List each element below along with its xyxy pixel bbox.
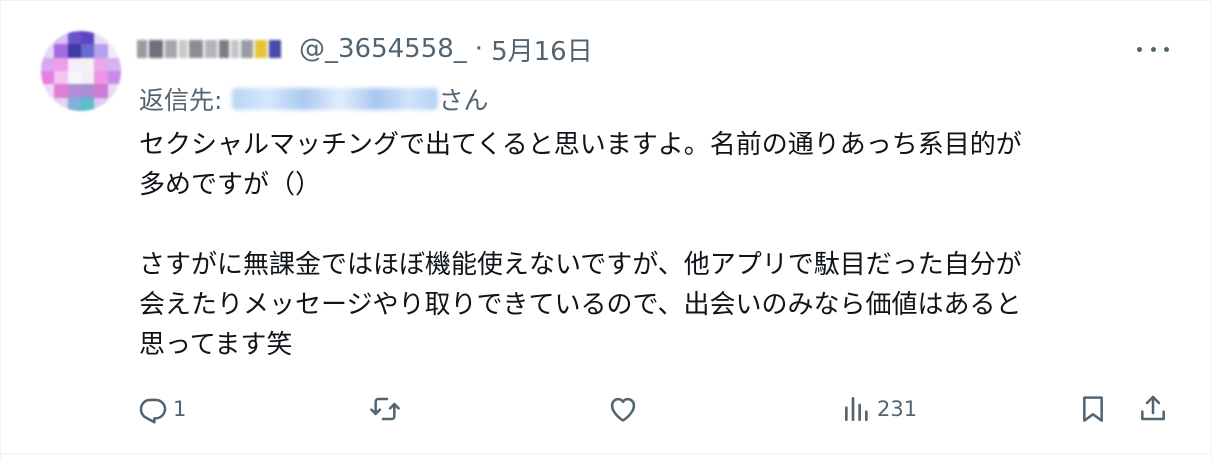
replying-suffix: さん bbox=[438, 86, 489, 115]
replying-to-user[interactable] bbox=[232, 88, 439, 110]
tweet-actions: 1 231 bbox=[137, 389, 1177, 429]
retweet-icon bbox=[370, 397, 400, 421]
tweet-header: @_3654558_ · 5月16日 bbox=[137, 29, 593, 69]
views-count: 231 bbox=[877, 397, 918, 421]
divider bbox=[1, 453, 1211, 454]
reply-count: 1 bbox=[173, 397, 187, 421]
more-icon[interactable] bbox=[1137, 37, 1169, 61]
tweet-text: セクシャルマッチングで出てくると思いますよ。名前の通りあっち系目的が 多めですが… bbox=[139, 130, 1022, 360]
reply-icon bbox=[139, 398, 167, 424]
heart-icon bbox=[610, 397, 636, 422]
like-button[interactable] bbox=[607, 389, 643, 429]
avatar[interactable] bbox=[41, 31, 121, 111]
views-icon bbox=[845, 397, 868, 421]
retweet-button[interactable] bbox=[369, 389, 405, 429]
header-separator: · bbox=[474, 34, 484, 64]
tweet-card[interactable]: @_3654558_ · 5月16日 返信先: さん セクシャルマッチングで出て… bbox=[0, 0, 1212, 460]
share-icon bbox=[1141, 395, 1165, 421]
replying-prefix: 返信先: bbox=[139, 86, 223, 115]
display-name[interactable] bbox=[137, 38, 283, 60]
tweet-date[interactable]: 5月16日 bbox=[491, 31, 593, 68]
views-button[interactable]: 231 bbox=[841, 389, 917, 429]
reply-button[interactable]: 1 bbox=[137, 389, 186, 429]
replying-to: 返信先: さん bbox=[139, 81, 488, 117]
user-handle[interactable]: @_3654558_ bbox=[299, 34, 467, 64]
share-button[interactable] bbox=[1137, 389, 1169, 429]
bookmark-icon bbox=[1083, 396, 1103, 422]
bookmark-button[interactable] bbox=[1077, 389, 1109, 429]
